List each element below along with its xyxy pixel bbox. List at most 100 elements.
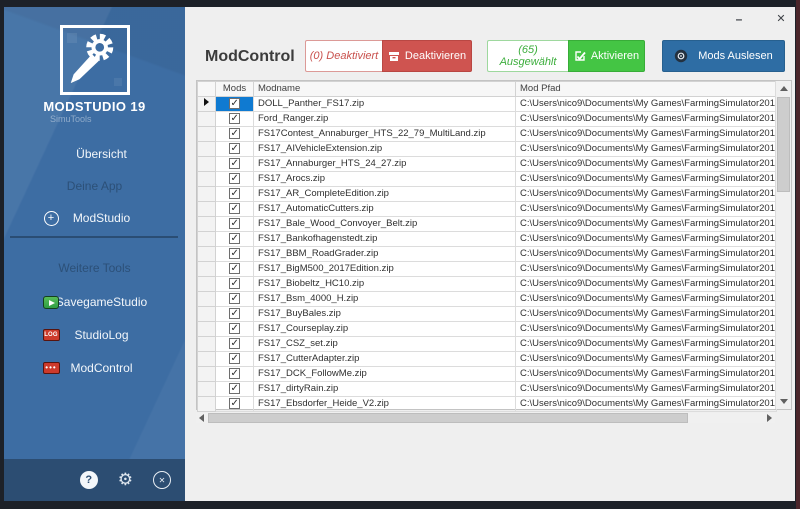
mod-checked-cell [216, 337, 254, 352]
row-selector-cell[interactable] [198, 337, 216, 352]
mod-checkbox[interactable] [229, 338, 240, 349]
table-row[interactable]: FS17_CutterAdapter.zip C:\Users\nico9\Do… [198, 352, 777, 367]
table-row[interactable]: FS17_Bankofhagenstedt.zip C:\Users\nico9… [198, 232, 777, 247]
sidebar-item-uebersicht[interactable]: Übersicht [4, 139, 185, 169]
mod-checkbox[interactable] [229, 323, 240, 334]
settings-gear-icon[interactable]: ⚙ [118, 471, 133, 489]
mod-checkbox[interactable] [229, 158, 240, 169]
mod-checkbox[interactable] [229, 218, 240, 229]
mod-checkbox[interactable] [229, 353, 240, 364]
table-row[interactable]: FS17_BuyBales.zip C:\Users\nico9\Documen… [198, 307, 777, 322]
mod-checkbox[interactable] [229, 263, 240, 274]
row-selector-cell[interactable] [198, 202, 216, 217]
row-selector-cell[interactable] [198, 157, 216, 172]
mod-checked-cell [216, 157, 254, 172]
scroll-up-arrow-icon[interactable] [780, 86, 788, 91]
mod-checkbox[interactable] [229, 233, 240, 244]
table-row[interactable]: FS17_Bale_Wood_Convoyer_Belt.zip C:\User… [198, 217, 777, 232]
table-row[interactable]: FS17_AutomaticCutters.zip C:\Users\nico9… [198, 202, 777, 217]
table-row[interactable]: FS17_BBM_RoadGrader.zip C:\Users\nico9\D… [198, 247, 777, 262]
table-row[interactable]: FS17_Biobeltz_HC10.zip C:\Users\nico9\Do… [198, 277, 777, 292]
sidebar-item-modcontrol[interactable]: ••• ModControl [4, 353, 185, 383]
sidebar-item-savegamestudio[interactable]: SavegameStudio [4, 287, 185, 317]
table-row[interactable]: FS17_Bsm_4000_H.zip C:\Users\nico9\Docum… [198, 292, 777, 307]
table-row[interactable]: FS17_Ebsdorfer_Heide_V2.zip C:\Users\nic… [198, 397, 777, 412]
activate-button[interactable]: Aktivieren [568, 40, 645, 72]
mod-checkbox[interactable] [229, 203, 240, 214]
row-selector-cell[interactable] [198, 97, 216, 112]
table-row[interactable]: FS17_CSZ_set.zip C:\Users\nico9\Document… [198, 337, 777, 352]
table-row[interactable]: FS17_DCK_FollowMe.zip C:\Users\nico9\Doc… [198, 367, 777, 382]
vertical-scrollbar-thumb[interactable] [777, 97, 790, 192]
mod-checkbox[interactable] [229, 113, 240, 124]
row-selector-cell[interactable] [198, 322, 216, 337]
row-selector-cell[interactable] [198, 307, 216, 322]
row-selector-cell[interactable] [198, 127, 216, 142]
column-header-modname[interactable]: Modname [254, 82, 516, 97]
scroll-left-arrow-icon[interactable] [199, 414, 204, 422]
mod-checkbox[interactable] [229, 248, 240, 259]
modname-cell: FS17_Ebsdorfer_Heide_V2.zip [254, 397, 516, 412]
row-selector-cell[interactable] [198, 292, 216, 307]
row-selector-cell[interactable] [198, 217, 216, 232]
logo-pattern [67, 33, 77, 43]
mod-checked-cell [216, 277, 254, 292]
row-selector-cell[interactable] [198, 112, 216, 127]
deactivate-button[interactable]: Deaktivieren [382, 40, 472, 72]
horizontal-scrollbar-thumb[interactable] [208, 413, 688, 423]
sidebar-item-modstudio[interactable]: + ModStudio [4, 203, 185, 233]
minimize-button[interactable]: – [731, 11, 747, 27]
table-row[interactable]: FS17_Courseplay.zip C:\Users\nico9\Docum… [198, 322, 777, 337]
mod-checkbox[interactable] [229, 188, 240, 199]
table-row[interactable]: FS17_Arocs.zip C:\Users\nico9\Documents\… [198, 172, 777, 187]
vertical-scrollbar[interactable] [775, 81, 791, 409]
close-button[interactable]: ✕ [773, 11, 789, 27]
table-row[interactable]: FS17_Annaburger_HTS_24_27.zip C:\Users\n… [198, 157, 777, 172]
row-selector-cell[interactable] [198, 352, 216, 367]
table-row[interactable]: FS17_AIVehicleExtension.zip C:\Users\nic… [198, 142, 777, 157]
plus-circle-icon: + [42, 209, 60, 227]
mod-checkbox[interactable] [229, 293, 240, 304]
row-selector-cell[interactable] [198, 262, 216, 277]
exit-circle-icon[interactable]: ✕ [153, 471, 171, 489]
row-selector-cell[interactable] [198, 232, 216, 247]
row-selector-cell[interactable] [198, 367, 216, 382]
table-row[interactable]: FS17_AR_CompleteEdition.zip C:\Users\nic… [198, 187, 777, 202]
read-mods-button[interactable]: Mods Auslesen [662, 40, 785, 72]
column-header-modpfad[interactable]: Mod Pfad [516, 82, 777, 97]
row-selector-cell[interactable] [198, 142, 216, 157]
mod-checkbox[interactable] [229, 143, 240, 154]
mod-checked-cell [216, 262, 254, 277]
modname-cell: FS17_CutterAdapter.zip [254, 352, 516, 367]
scroll-down-arrow-icon[interactable] [780, 399, 788, 404]
logo-pattern [114, 78, 122, 86]
table-row[interactable]: DOLL_Panther_FS17.zip C:\Users\nico9\Doc… [198, 97, 777, 112]
row-selector-cell[interactable] [198, 172, 216, 187]
sidebar-item-studiolog[interactable]: LOG StudioLog [4, 320, 185, 350]
table-row[interactable]: Ford_Ranger.zip C:\Users\nico9\Documents… [198, 112, 777, 127]
table-row[interactable]: FS17_BigM500_2017Edition.zip C:\Users\ni… [198, 262, 777, 277]
mod-checkbox[interactable] [229, 383, 240, 394]
modname-cell: FS17_Courseplay.zip [254, 322, 516, 337]
row-selector-cell[interactable] [198, 277, 216, 292]
row-selector-cell[interactable] [198, 187, 216, 202]
mod-checkbox[interactable] [229, 278, 240, 289]
sidebar-item-label: Deine App [4, 179, 185, 193]
row-selector-cell[interactable] [198, 247, 216, 262]
help-icon[interactable]: ? [80, 471, 98, 489]
horizontal-scrollbar[interactable] [196, 413, 775, 423]
mod-checkbox[interactable] [229, 368, 240, 379]
mod-checkbox[interactable] [229, 173, 240, 184]
row-selector-cell[interactable] [198, 382, 216, 397]
app-subtitle: SimuTools [50, 114, 92, 124]
table-row[interactable]: FS17_dirtyRain.zip C:\Users\nico9\Docume… [198, 382, 777, 397]
mod-checkbox[interactable] [229, 398, 240, 409]
scroll-right-arrow-icon[interactable] [767, 414, 772, 422]
mod-checked-cell [216, 187, 254, 202]
row-selector-cell[interactable] [198, 397, 216, 412]
mod-checkbox[interactable] [229, 98, 240, 109]
mod-checkbox[interactable] [229, 308, 240, 319]
column-header-mods[interactable]: Mods [216, 82, 254, 97]
table-row[interactable]: FS17Contest_Annaburger_HTS_22_79_MultiLa… [198, 127, 777, 142]
mod-checkbox[interactable] [229, 128, 240, 139]
